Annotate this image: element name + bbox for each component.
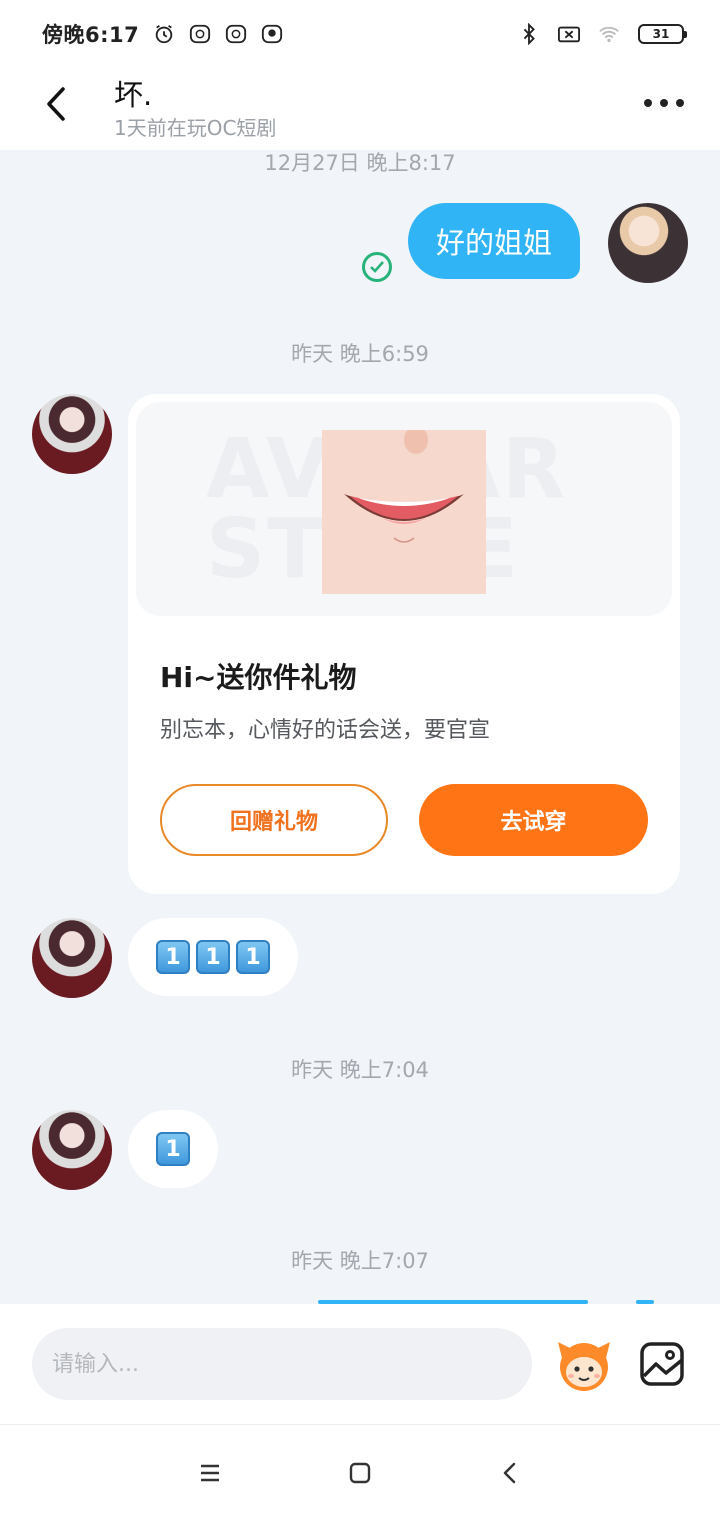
menu-button[interactable] <box>190 1455 230 1491</box>
gift-title: Hi~送你件礼物 <box>160 661 357 694</box>
gift-card[interactable]: AVATAR STORE Hi~送你件礼物 别忘本，心情好的话会送，要官宣 回赠… <box>128 394 680 894</box>
timestamp: 昨天 晚上7:04 <box>291 1058 429 1082</box>
status-notification-icons <box>153 23 283 45</box>
contact-avatar[interactable] <box>32 918 112 998</box>
contact-avatar[interactable] <box>32 1110 112 1190</box>
back-arrow-icon <box>47 87 65 121</box>
emoji-button[interactable] <box>554 1334 614 1394</box>
status-system-icons: 31 <box>518 23 687 45</box>
gift-item-image <box>322 426 486 594</box>
more-icon <box>660 99 668 107</box>
chat-header: 坏. 1天前在玩OC短剧 <box>0 68 720 150</box>
emoji-mascot-icon <box>558 1342 610 1391</box>
nav-back-button[interactable] <box>490 1455 530 1491</box>
image-icon <box>640 1342 684 1386</box>
battery-icon: 31 <box>638 24 687 44</box>
bluetooth-icon <box>523 23 535 45</box>
gift-preview[interactable]: AVATAR STORE <box>136 402 672 616</box>
back-button[interactable] <box>36 82 76 126</box>
self-message-bubble[interactable]: 好的姐姐 <box>408 203 581 279</box>
battery-level: 31 <box>652 27 670 41</box>
sim-icon <box>558 26 580 43</box>
alarm-icon <box>155 24 173 44</box>
timestamp: 12月27日 晚上8:17 <box>264 151 456 175</box>
gift-description: 别忘本，心情好的话会送，要官宣 <box>160 718 491 743</box>
app-notif-icon <box>262 24 283 44</box>
home-button[interactable] <box>340 1455 380 1491</box>
contact-message-bubble[interactable]: 1 1 1 <box>128 918 298 996</box>
contact-status: 1天前在玩OC短剧 <box>114 116 277 140</box>
contact-avatar[interactable] <box>32 394 112 474</box>
app-notif-icon <box>226 24 247 44</box>
read-check-icon <box>362 252 392 282</box>
wifi-icon <box>599 26 619 43</box>
keycap-one-emoji: 1 <box>156 1132 190 1166</box>
input-bar <box>0 1304 720 1424</box>
more-button[interactable] <box>644 92 684 114</box>
return-gift-button[interactable]: 回赠礼物 <box>160 784 388 856</box>
try-on-button[interactable]: 去试穿 <box>419 784 648 856</box>
keycap-one-emoji: 1 <box>236 940 270 974</box>
contact-name[interactable]: 坏. <box>114 72 152 114</box>
system-nav-bar <box>0 1424 720 1520</box>
timestamp: 昨天 晚上6:59 <box>291 342 429 366</box>
app-notif-icon <box>190 24 211 44</box>
status-bar: 傍晚6:17 31 <box>0 0 720 68</box>
more-icon <box>676 99 684 107</box>
more-icon <box>644 99 652 107</box>
menu-icon <box>201 1464 219 1482</box>
status-time: 傍晚6:17 <box>42 23 140 47</box>
nav-back-icon <box>503 1462 516 1484</box>
keycap-one-emoji: 1 <box>196 940 230 974</box>
home-icon <box>349 1462 371 1484</box>
timestamp: 昨天 晚上7:07 <box>291 1249 429 1273</box>
image-button[interactable] <box>638 1340 686 1388</box>
message-input[interactable] <box>32 1328 532 1400</box>
self-avatar[interactable] <box>608 203 688 283</box>
contact-message-bubble[interactable]: 1 <box>128 1110 218 1188</box>
keycap-one-emoji: 1 <box>156 940 190 974</box>
